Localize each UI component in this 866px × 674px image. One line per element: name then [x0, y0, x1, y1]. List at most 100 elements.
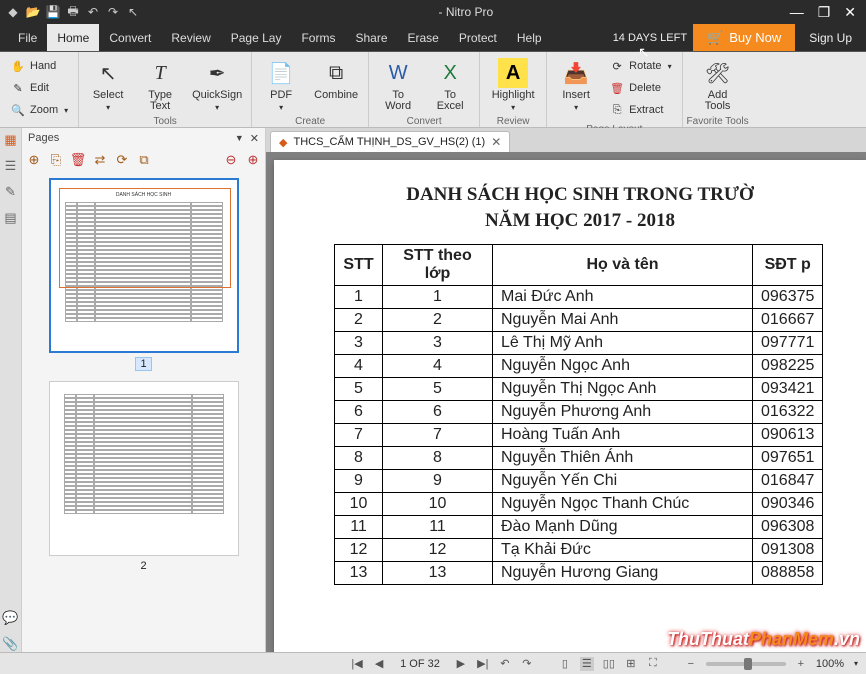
document-tab[interactable]: ◆ THCS_CẨM THỊNH_DS_GV_HS(2) (1) ✕	[270, 131, 510, 152]
nav-bookmarks-icon[interactable]: ☰	[3, 158, 19, 174]
to-excel-button[interactable]: XTo Excel	[427, 56, 473, 112]
doc-title-2: NĂM HỌC 2017 - 2018	[294, 210, 866, 232]
tab-help[interactable]: Help	[507, 24, 552, 51]
open-icon[interactable]: 📂	[24, 3, 42, 21]
next-page-icon[interactable]: ▶	[454, 657, 468, 671]
continuous-view-icon[interactable]: ☰	[580, 657, 594, 671]
tab-forms[interactable]: Forms	[291, 24, 345, 51]
combine-button[interactable]: ⧉Combine	[310, 56, 362, 101]
highlight-button[interactable]: AHighlight▾	[486, 56, 540, 112]
page-indicator: 1 OF 32	[400, 658, 440, 670]
table-row: 55Nguyễn Thị Ngọc Anh093421	[335, 378, 823, 401]
hand-tool[interactable]: ✋Hand	[6, 56, 60, 76]
delete-button[interactable]: 🗑Delete	[605, 78, 675, 98]
tab-convert[interactable]: Convert	[99, 24, 161, 51]
rotate-icon: ⟳	[609, 58, 625, 74]
tab-review[interactable]: Review	[161, 24, 220, 51]
zoom-icon: 🔍	[10, 102, 26, 118]
thumb-zoom-in-icon[interactable]: ⊕	[245, 152, 261, 168]
redo-icon[interactable]: ↷	[104, 3, 122, 21]
tab-file[interactable]: File	[0, 24, 47, 51]
word-icon: W	[383, 58, 413, 88]
highlight-icon: A	[498, 58, 528, 88]
nav-signatures-icon[interactable]: ✎	[3, 184, 19, 200]
minimize-button[interactable]: —	[790, 4, 804, 21]
tab-erase[interactable]: Erase	[398, 24, 449, 51]
th-stt-lop: STT theo lớp	[383, 245, 493, 286]
watermark: ThuThuatPhanMem.vn	[667, 629, 860, 650]
last-page-icon[interactable]: ▶|	[476, 657, 490, 671]
pages-panel: Pages ▼ ✕ ⊕ ⎘ 🗑 ⇄ ⟳ ⧉ ⊖ ⊕ DANH SÁCH HỌC …	[22, 128, 266, 652]
tab-home[interactable]: Home	[47, 24, 99, 51]
tab-protect[interactable]: Protect	[449, 24, 507, 51]
document-viewport[interactable]: DANH SÁCH HỌC SINH TRONG TRƯỜ NĂM HỌC 20…	[266, 152, 866, 652]
to-word-button[interactable]: WTo Word	[375, 56, 421, 112]
table-row: 77Hoàng Tuấn Anh090613	[335, 424, 823, 447]
document-tab-label: THCS_CẨM THỊNH_DS_GV_HS(2) (1)	[293, 136, 485, 148]
pages-rotate-icon[interactable]: ⟳	[114, 152, 130, 168]
insert-button[interactable]: 📥Insert▾	[553, 56, 599, 112]
nav-attachments-icon[interactable]: 📎	[3, 636, 19, 652]
zoom-value: 100%	[816, 658, 844, 670]
th-stt: STT	[335, 245, 383, 286]
sign-up-button[interactable]: Sign Up	[795, 24, 866, 51]
rotate-button[interactable]: ⟳Rotate▾	[605, 56, 675, 76]
undo-icon[interactable]: ↶	[84, 3, 102, 21]
facing-view-icon[interactable]: ▯▯	[602, 657, 616, 671]
th-phone: SĐT p	[753, 245, 823, 286]
nav-comments-icon[interactable]: 💬	[3, 610, 19, 626]
prev-page-icon[interactable]: ◀	[372, 657, 386, 671]
pages-delete-icon[interactable]: 🗑	[70, 152, 86, 168]
tab-share[interactable]: Share	[345, 24, 397, 51]
zoom-out-icon[interactable]: −	[684, 657, 698, 671]
zoom-label: Zoom	[30, 104, 58, 116]
facing-cont-view-icon[interactable]: ⊞	[624, 657, 638, 671]
left-nav: ▦ ☰ ✎ ▤ 💬 📎	[0, 128, 22, 652]
zoom-in-icon[interactable]: +	[794, 657, 808, 671]
titlebar: ◆ 📂 💾 🖶 ↶ ↷ ↖ - Nitro Pro — ❐ ✕	[0, 0, 866, 24]
extract-button[interactable]: ⎘Extract	[605, 100, 675, 120]
save-icon[interactable]: 💾	[44, 3, 62, 21]
pages-insert-icon[interactable]: ⊕	[26, 152, 42, 168]
table-row: 66Nguyễn Phương Anh016322	[335, 401, 823, 424]
nav-layers-icon[interactable]: ▤	[3, 210, 19, 226]
thumb-zoom-out-icon[interactable]: ⊖	[223, 152, 239, 168]
edit-icon: ✎	[10, 80, 26, 96]
buy-now-button[interactable]: 🛒 Buy Now	[693, 24, 795, 51]
pointer-icon[interactable]: ↖	[124, 3, 142, 21]
pdf-file-icon: ◆	[279, 136, 287, 149]
tab-page-layout[interactable]: Page Lay	[221, 24, 292, 51]
single-page-view-icon[interactable]: ▯	[558, 657, 572, 671]
zoom-tool[interactable]: 🔍Zoom▾	[6, 100, 72, 120]
close-button[interactable]: ✕	[844, 4, 856, 21]
edit-label: Edit	[30, 82, 49, 94]
add-tools-button[interactable]: 🛠Add Tools	[689, 56, 747, 112]
zoom-slider[interactable]	[706, 662, 786, 666]
maximize-button[interactable]: ❐	[818, 4, 831, 21]
forward-view-icon[interactable]: ↷	[520, 657, 534, 671]
pages-panel-menu-icon[interactable]: ▼	[235, 133, 244, 143]
page-thumb-2[interactable]: 2	[32, 381, 255, 572]
first-page-icon[interactable]: |◀	[350, 657, 364, 671]
table-row: 1212Tạ Khải Đức091308	[335, 539, 823, 562]
pages-panel-close-icon[interactable]: ✕	[250, 132, 259, 145]
quicksign-button[interactable]: ✒QuickSign▾	[189, 56, 245, 112]
back-view-icon[interactable]: ↶	[498, 657, 512, 671]
window-title: - Nitro Pro	[142, 5, 790, 19]
close-tab-icon[interactable]: ✕	[491, 135, 501, 149]
print-icon[interactable]: 🖶	[64, 3, 82, 21]
add-tools-icon: 🛠	[703, 58, 733, 88]
pages-extract-icon[interactable]: ⎘	[48, 152, 64, 168]
document-area: ◆ THCS_CẨM THỊNH_DS_GV_HS(2) (1) ✕ DANH …	[266, 128, 866, 652]
select-button[interactable]: ↖Select▾	[85, 56, 131, 112]
nav-pages-icon[interactable]: ▦	[3, 132, 19, 148]
edit-tool[interactable]: ✎ Edit	[6, 78, 53, 98]
fullscreen-icon[interactable]: ⛶	[646, 657, 660, 671]
pages-crop-icon[interactable]: ⧉	[136, 152, 152, 168]
type-text-button[interactable]: TType Text	[137, 56, 183, 112]
pages-replace-icon[interactable]: ⇄	[92, 152, 108, 168]
pages-panel-title: Pages	[28, 132, 59, 144]
pdf-button[interactable]: 📄PDF▾	[258, 56, 304, 112]
page-thumb-1[interactable]: DANH SÁCH HỌC SINH 1	[32, 178, 255, 371]
insert-icon: 📥	[561, 58, 591, 88]
